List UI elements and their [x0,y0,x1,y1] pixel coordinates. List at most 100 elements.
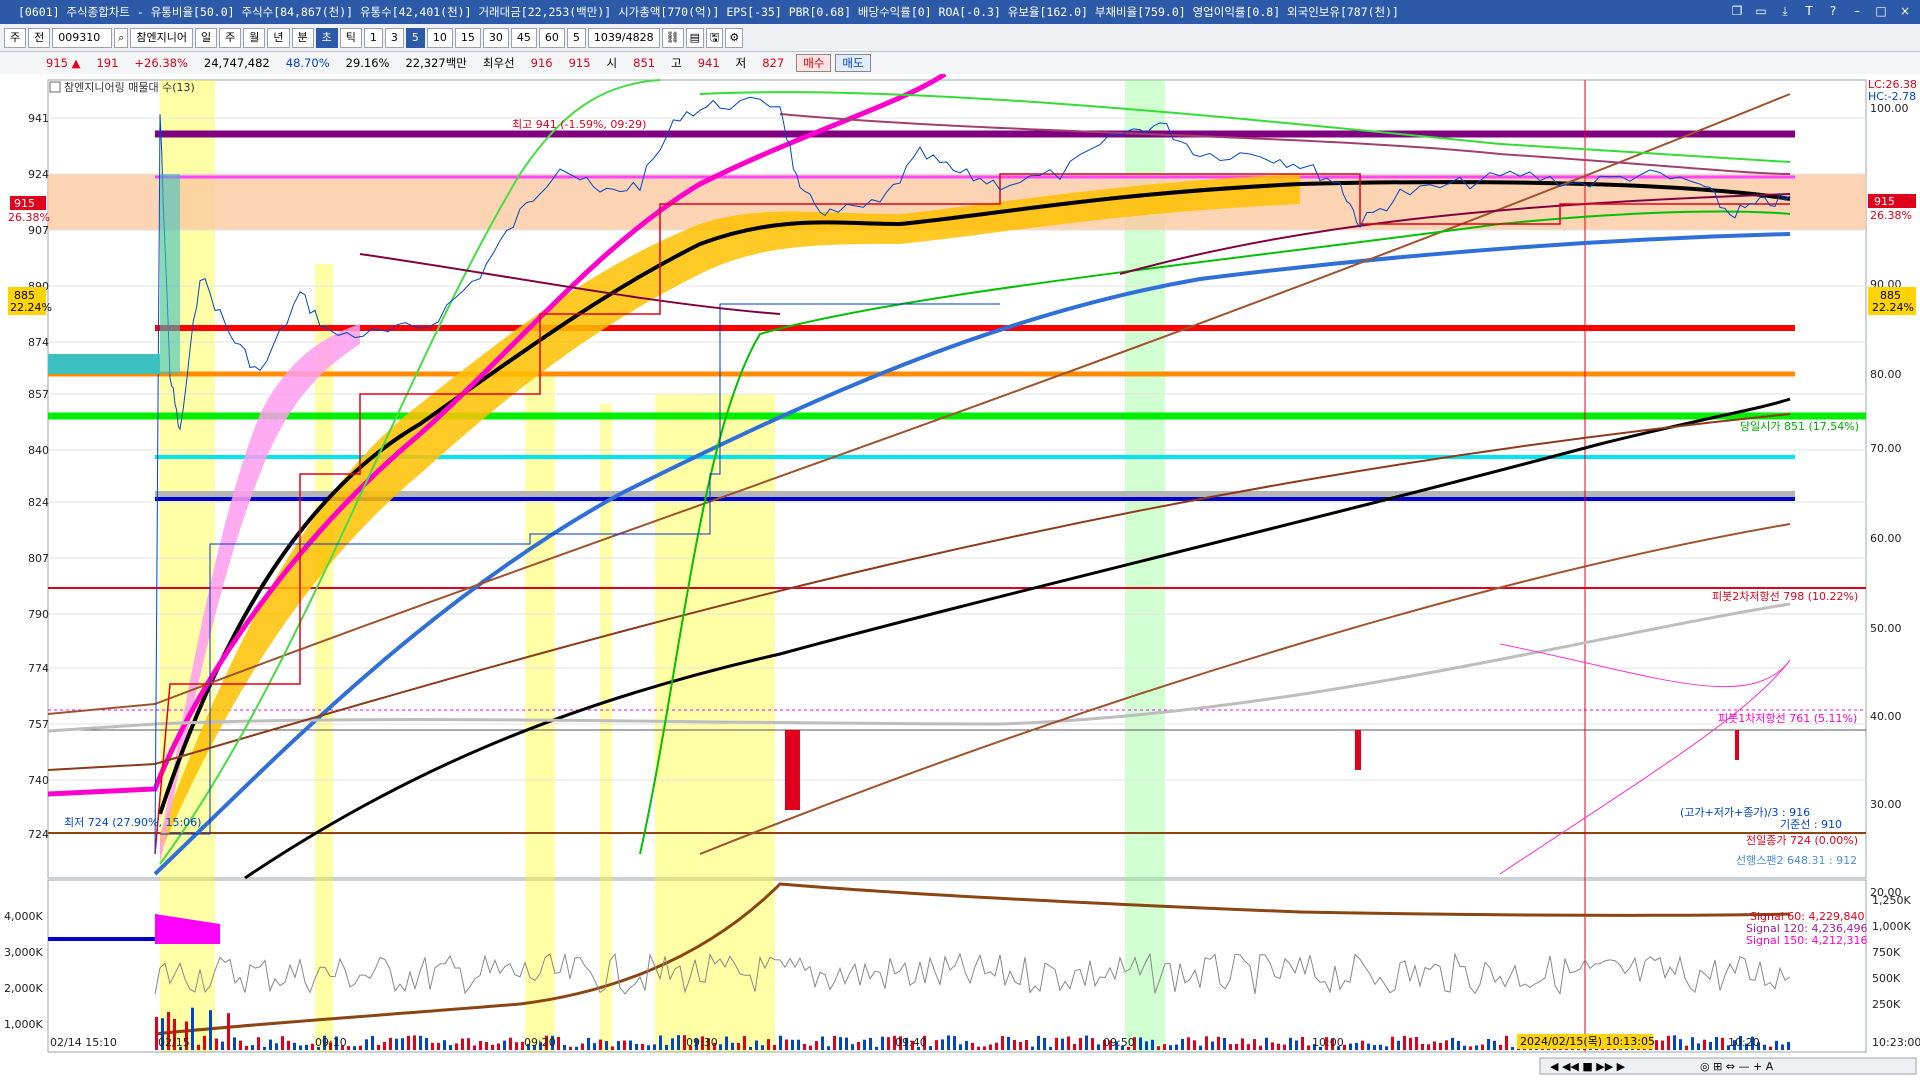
volume-bar [1421,1044,1424,1050]
hc-label: HC:-2.78 [1868,90,1916,103]
tile-icon[interactable]: ▭ [1752,2,1770,20]
pin-icon[interactable]: ⤓ [1776,2,1794,20]
interval-30[interactable]: 30 [482,27,509,48]
volume-bar [425,1037,428,1050]
scroll-left-icon[interactable]: ◀ ◀◀ ■ ▶▶ ▶ [1550,1060,1626,1073]
volume-bar [1391,1036,1394,1050]
restore-icon[interactable]: ❐ [1728,2,1746,20]
volume-bar [1697,1043,1700,1050]
volume-bar [971,1042,974,1050]
legend-prev-close: 전일종가 724 (0.00%) [1746,833,1858,847]
pct-tick: 80.00 [1870,368,1902,381]
volume-bar [815,1041,818,1050]
count-display[interactable]: 1039/4828 [587,27,660,48]
volume-profile-bar [48,354,160,374]
volume-bar [1289,1037,1292,1050]
save-icon[interactable]: 🖫 [705,27,724,48]
time-tick: 09:20 [524,1036,556,1049]
scroll-controls[interactable]: ◀ ◀◀ ■ ▶▶ ▶ ◎ ⊞ ⇔ — + A [1539,1057,1917,1075]
volume-bar [1685,1045,1688,1050]
volume-bar [1151,1039,1154,1050]
volume-bar [803,1043,806,1050]
font-icon[interactable]: T [1800,2,1818,20]
interval-3[interactable]: 3 [384,27,404,48]
volume-bar [371,1036,374,1050]
volume-bar [1139,1037,1142,1050]
close-icon[interactable]: × [1896,2,1914,20]
volume-bar [251,1045,254,1050]
period-type-select[interactable]: 주 [4,27,27,48]
sell-button[interactable]: 매도 [835,54,871,72]
field-select[interactable]: 전 [28,27,51,48]
interval-45[interactable]: 45 [510,27,537,48]
volume-bar [839,1037,842,1050]
time-tick: 09:30 [686,1036,718,1049]
price-tick: 724 [28,828,49,841]
chart-area[interactable]: 941 924 907 890 874 857 840 824 807 790 … [0,74,1920,1080]
price-tick: 874 [28,336,49,349]
code-input[interactable]: 009310 [52,27,113,48]
pct-tick: 30.00 [1870,798,1902,811]
gear-icon[interactable]: ⚙ [725,27,744,48]
maximize-icon[interactable]: □ [1872,2,1890,20]
volume-bar [1211,1041,1214,1050]
period-minute[interactable]: 분 [291,27,314,48]
volume-bar [1085,1035,1088,1050]
volume-bar [275,1043,278,1050]
volume-bar [1361,1040,1364,1050]
volume-bar [347,1046,350,1050]
chart-icon[interactable]: ▤ [685,27,704,48]
volume-bar [1355,1042,1358,1050]
period-week[interactable]: 주 [219,27,242,48]
volume-bar [1709,1041,1712,1050]
volume-bar [449,1045,452,1050]
pct-tick: 50.00 [1870,622,1902,635]
volume-bar [599,1039,602,1050]
volume-bar [1451,1037,1454,1050]
interval-select[interactable]: 5 [566,27,586,48]
help-icon[interactable]: ? [1824,2,1842,20]
vol-tick-right: 1,000K [1872,920,1911,933]
interval-1[interactable]: 1 [363,27,383,48]
volume-bar [311,1043,314,1050]
volume-bar [845,1037,848,1050]
interval-60[interactable]: 60 [538,27,565,48]
period-month[interactable]: 월 [243,27,266,48]
volume-bar [881,1036,884,1050]
volume-bar [659,1035,662,1050]
open-label: 시 [606,56,618,70]
time-tick: 09:40 [895,1036,927,1049]
period-second[interactable]: 초 [315,27,338,48]
minimize-icon[interactable]: – [1848,2,1866,20]
link-icon[interactable]: ⛓ [661,27,684,48]
period-year[interactable]: 년 [267,27,290,48]
volume-bar [1037,1035,1040,1050]
price-tick: 774 [28,662,49,675]
volume-bar [587,1037,590,1050]
chart-svg[interactable]: 941 924 907 890 874 857 840 824 807 790 … [0,74,1920,1080]
volume-bar [209,1010,212,1050]
search-icon[interactable]: ⌕ [114,27,129,48]
interval-10[interactable]: 10 [426,27,453,48]
volume-bar [359,1045,362,1050]
volume-bar [1715,1037,1718,1050]
buy-button[interactable]: 매수 [796,54,832,72]
volume-bar [1253,1039,1256,1050]
volume-bar [623,1040,626,1050]
legend-span2: 선행스팬2 648.31 : 912 [1736,854,1857,867]
time-tick: 10:00 [1312,1036,1344,1049]
volume-bar [461,1038,464,1050]
volume-bar [353,1046,356,1050]
zoom-icons[interactable]: ◎ ⊞ ⇔ — + A [1700,1060,1774,1073]
volume-bar [1235,1043,1238,1050]
volume: 24,747,482 [203,56,270,70]
volume-bar [1241,1038,1244,1050]
interval-5[interactable]: 5 [405,27,425,48]
period-tick[interactable]: 틱 [339,27,362,48]
volume-bar [1175,1044,1178,1050]
volume-bar [221,1041,224,1050]
interval-15[interactable]: 15 [454,27,481,48]
volume-bar [761,1045,764,1050]
volume-bar [1457,1040,1460,1050]
period-day[interactable]: 일 [195,27,218,48]
